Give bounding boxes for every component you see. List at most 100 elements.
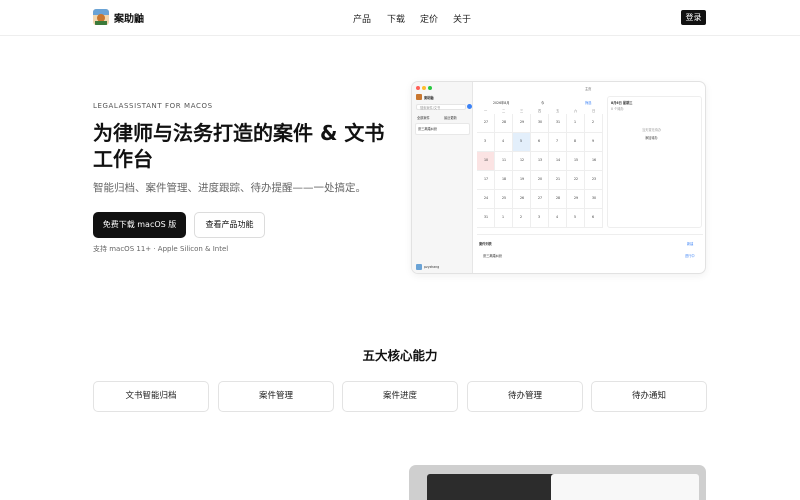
mock-calendar-cell: 28	[549, 190, 567, 209]
nav-product[interactable]: 产品	[353, 12, 371, 25]
mock-calendar-day: 2	[592, 120, 595, 124]
mock-calendar-cell: 31	[477, 209, 495, 228]
mock-calendar-cell: 3	[531, 209, 549, 228]
brand-name[interactable]: 案助鼬	[114, 10, 144, 25]
mock-sidebar: 案助鼬 搜索案件/文书 全部案件 最近更新 张三离婚纠纷 pzyzhang	[412, 82, 473, 273]
mock-weekday: 五	[556, 109, 560, 113]
feature-card-archive[interactable]: 文书智能归档	[93, 381, 209, 412]
feature-card-todo-notification[interactable]: 待办通知	[591, 381, 707, 412]
secondary-light-panel	[551, 474, 699, 500]
nav-about[interactable]: 关于	[453, 12, 471, 25]
mock-right-button: 添加待办	[645, 136, 658, 140]
mock-calendar-cell: 29	[567, 190, 585, 209]
mock-calendar-cell: 12	[513, 152, 531, 171]
mock-calendar-day: 24	[484, 196, 489, 200]
mock-calendar-cell: 22	[567, 171, 585, 190]
mock-calendar-cell: 11	[495, 152, 513, 171]
mock-calendar-day: 27	[538, 196, 543, 200]
mock-weekday: 二	[502, 109, 506, 113]
brand-logo[interactable]	[93, 9, 109, 25]
view-features-button[interactable]: 查看产品功能	[194, 212, 265, 238]
mock-calendar-day: 1	[574, 120, 577, 124]
hero-title: 为律师与法务打造的案件 & 文书工作台	[93, 121, 385, 171]
mock-calendar-day: 1	[502, 215, 505, 219]
mock-calendar-day: 29	[520, 120, 525, 124]
mock-calendar-cell: 15	[567, 152, 585, 171]
hero-kicker: LEGALASSISTANT FOR MACOS	[93, 102, 213, 110]
mock-calendar-cell: 3	[477, 133, 495, 152]
mock-user-name: pzyzhang	[424, 265, 440, 269]
mock-calendar-cell: 16	[585, 152, 603, 171]
mock-calendar-day: 21	[556, 177, 561, 181]
mock-bottom-case: 张三离婚纠纷	[483, 254, 503, 258]
mock-calendar-day: 6	[538, 139, 541, 143]
mock-calendar-cell: 18	[495, 171, 513, 190]
mock-calendar-day: 30	[538, 120, 543, 124]
mock-calendar-day: 7	[556, 139, 559, 143]
mock-calendar-day: 5	[574, 215, 577, 219]
mock-calendar-cell: 30	[585, 190, 603, 209]
mock-tab-recent: 最近更新	[444, 116, 457, 120]
mock-calendar-cell: 19	[513, 171, 531, 190]
system-support-note: 支持 macOS 11+ · Apple Silicon & Intel	[93, 245, 229, 253]
mock-calendar-day: 2	[520, 215, 523, 219]
mock-calendar-day: 25	[502, 196, 507, 200]
mock-sidebar-title: 案助鼬	[424, 96, 434, 100]
login-button[interactable]: 登录	[681, 10, 706, 25]
mock-calendar-day: 5	[520, 139, 523, 143]
mock-calendar-cell: 6	[531, 133, 549, 152]
mock-search-placeholder: 搜索案件/文书	[420, 106, 441, 110]
mock-main-area: 主页 2026年8月 今 筛选 一二三四五六日 27 28 29 30 31 1 2 3 4 5 6 7…	[473, 82, 705, 273]
mock-calendar-day: 4	[556, 215, 559, 219]
mock-right-date: 8月6日 星期三	[611, 101, 633, 105]
mock-filter-label: 筛选	[585, 101, 592, 105]
mock-calendar-cell: 4	[549, 209, 567, 228]
mock-bottom-tag: 进行中	[685, 254, 695, 258]
mock-calendar-day: 11	[502, 158, 507, 162]
mock-calendar-cell: 7	[549, 133, 567, 152]
mock-weekday: 六	[574, 109, 578, 113]
download-macos-button[interactable]: 免费下载 macOS 版	[93, 212, 186, 238]
mock-calendar-day: 27	[484, 120, 489, 124]
mock-calendar-day: 10	[484, 158, 489, 162]
mock-calendar-day: 3	[538, 215, 541, 219]
mock-weekday: 一	[484, 109, 488, 113]
mock-bottom-title: 案件列表	[479, 242, 492, 246]
mock-calendar-cell: 31	[549, 114, 567, 133]
mock-calendar-cell: 5	[513, 133, 531, 152]
mock-calendar-cell: 14	[549, 152, 567, 171]
mock-calendar-day: 30	[592, 196, 597, 200]
mock-calendar-day: 15	[574, 158, 579, 162]
mock-calendar-day: 17	[484, 177, 489, 181]
mock-calendar-cell: 2	[585, 114, 603, 133]
mock-calendar-day: 14	[556, 158, 561, 162]
mock-calendar-day: 13	[538, 158, 543, 162]
mock-calendar-cell: 6	[585, 209, 603, 228]
app-screenshot: 案助鼬 搜索案件/文书 全部案件 最近更新 张三离婚纠纷 pzyzhang 主页…	[411, 81, 706, 274]
nav-download[interactable]: 下载	[387, 12, 405, 25]
mock-calendar-cell: 1	[495, 209, 513, 228]
mock-weekday: 四	[538, 109, 542, 113]
mock-right-sub: 0 个待办	[611, 107, 624, 111]
secondary-screenshot	[409, 465, 706, 500]
mock-case-item: 张三离婚纠纷	[418, 127, 438, 131]
top-nav-bar: 案助鼬 产品 下载 定价 关于 登录	[0, 0, 800, 36]
mock-calendar-day: 3	[484, 139, 487, 143]
mock-calendar-cell: 28	[495, 114, 513, 133]
feature-card-case-management[interactable]: 案件管理	[218, 381, 334, 412]
mock-calendar-day: 18	[502, 177, 507, 181]
nav-pricing[interactable]: 定价	[420, 12, 438, 25]
feature-card-todo-management[interactable]: 待办管理	[467, 381, 583, 412]
mock-right-empty: 当天暂无待办	[642, 128, 662, 132]
close-dot-icon	[416, 86, 420, 90]
minimize-dot-icon	[422, 86, 426, 90]
hero-subtitle: 智能归档、案件管理、进度跟踪、待办提醒——一处搞定。	[93, 182, 366, 194]
mock-weekday: 三	[520, 109, 524, 113]
mock-calendar-cell: 24	[477, 190, 495, 209]
mock-calendar-day: 20	[538, 177, 543, 181]
app-icon	[416, 94, 422, 100]
mock-calendar-day: 19	[520, 177, 525, 181]
mock-calendar-cell: 26	[513, 190, 531, 209]
feature-card-case-progress[interactable]: 案件进度	[342, 381, 458, 412]
mock-calendar-day: 31	[484, 215, 489, 219]
